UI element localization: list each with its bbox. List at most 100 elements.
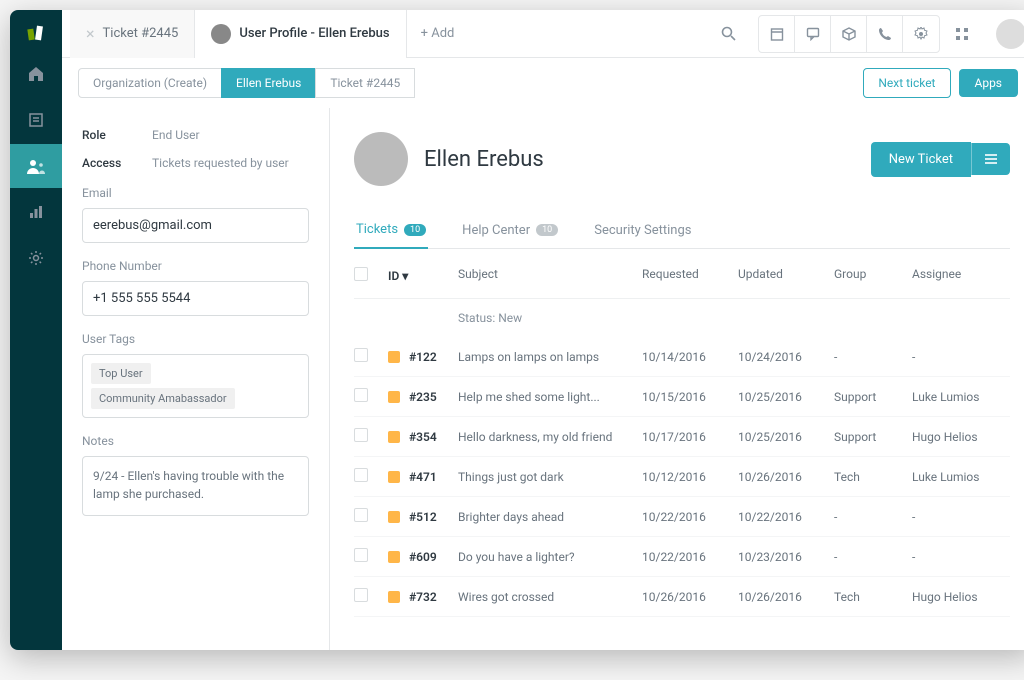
ticket-requested: 10/12/2016 [642,470,738,484]
ticket-updated: 10/25/2016 [738,430,834,444]
tab-ticket[interactable]: × Ticket #2445 [70,10,195,58]
ticket-assignee: Hugo Helios [912,590,1010,604]
ticket-id: #609 [409,550,437,564]
col-subject[interactable]: Subject [458,267,642,284]
next-ticket-button[interactable]: Next ticket [863,68,950,98]
apps-grid-icon[interactable] [944,16,980,52]
tickets-count-badge: 10 [404,224,426,236]
tab-security[interactable]: Security Settings [592,212,693,248]
avatar-icon [211,24,231,44]
ticket-id: #235 [409,390,437,404]
ticket-requested: 10/22/2016 [642,510,738,524]
ticket-subject: Wires got crossed [458,590,642,604]
box-icon[interactable] [831,16,867,52]
ticket-group: Support [834,430,912,444]
nav-views[interactable] [10,98,62,142]
calendar-icon[interactable] [759,16,795,52]
tab-tickets[interactable]: Tickets 10 [354,212,428,249]
row-checkbox[interactable] [354,508,368,522]
col-id[interactable]: ID ▾ [388,267,458,284]
ticket-row[interactable]: #122Lamps on lamps on lamps10/14/201610/… [354,337,1010,377]
ticket-subject: Help me shed some light... [458,390,642,404]
ticket-row[interactable]: #512Brighter days ahead10/22/201610/22/2… [354,497,1010,537]
tab-label: Ticket #2445 [103,26,179,41]
ticket-group: Tech [834,470,912,484]
apps-button[interactable]: Apps [959,69,1019,97]
access-value: Tickets requested by user [152,156,309,170]
ticket-status-icon [388,591,400,603]
user-tag[interactable]: Community Amabassador [91,388,235,409]
ticket-id: #354 [409,430,437,444]
new-ticket-menu-button[interactable] [971,143,1010,175]
sidebar [10,10,62,650]
close-icon[interactable]: × [86,26,95,42]
row-checkbox[interactable] [354,348,368,362]
user-details-panel: Role End User Access Tickets requested b… [62,108,330,650]
ticket-row[interactable]: #609Do you have a lighter?10/22/201610/2… [354,537,1010,577]
col-assignee[interactable]: Assignee [912,267,1010,284]
ticket-updated: 10/26/2016 [738,470,834,484]
select-all-checkbox[interactable] [354,267,368,281]
ticket-id: #732 [409,590,437,604]
ticket-status-icon [388,431,400,443]
role-label: Role [82,128,152,142]
breadcrumb-ticket[interactable]: Ticket #2445 [315,68,415,98]
ticket-requested: 10/15/2016 [642,390,738,404]
ticket-status-icon [388,391,400,403]
tags-input[interactable]: Top User Community Amabassador [82,354,309,418]
row-checkbox[interactable] [354,428,368,442]
ticket-group: - [834,350,912,364]
ticket-subject: Hello darkness, my old friend [458,430,642,444]
notes-field[interactable]: 9/24 - Ellen's having trouble with the l… [82,456,309,516]
row-checkbox[interactable] [354,468,368,482]
ticket-row[interactable]: #732Wires got crossed10/26/201610/26/201… [354,577,1010,617]
help-count-badge: 10 [536,224,558,236]
row-checkbox[interactable] [354,588,368,602]
phone-label: Phone Number [82,259,309,273]
current-user-avatar[interactable] [996,19,1024,49]
email-field[interactable] [82,208,309,243]
ticket-updated: 10/25/2016 [738,390,834,404]
ticket-updated: 10/26/2016 [738,590,834,604]
tab-user-profile[interactable]: User Profile - Ellen Erebus [195,10,406,58]
nav-admin[interactable] [10,236,62,280]
user-tag[interactable]: Top User [91,363,151,384]
col-updated[interactable]: Updated [738,267,834,284]
nav-reporting[interactable] [10,190,62,234]
breadcrumb-user[interactable]: Ellen Erebus [221,68,316,98]
ticket-row[interactable]: #235 Help me shed some light...10/15/2016… [354,377,1010,417]
ticket-assignee: - [912,550,1010,564]
profile-name: Ellen Erebus [424,147,544,172]
role-value: End User [152,128,309,142]
ticket-id: #512 [409,510,437,524]
phone-icon[interactable] [867,16,903,52]
ticket-status-icon [388,551,400,563]
ticket-group: - [834,550,912,564]
nav-home[interactable] [10,52,62,96]
ticket-assignee: Hugo Helios [912,430,1010,444]
ticket-id: #122 [409,350,437,364]
col-group[interactable]: Group [834,267,912,284]
row-checkbox[interactable] [354,548,368,562]
add-tab-button[interactable]: + Add [407,26,469,41]
profile-avatar [354,132,408,186]
search-icon[interactable] [710,16,746,52]
nav-customers[interactable] [10,144,62,188]
breadcrumb-bar: Organization (Create) Ellen Erebus Ticke… [62,58,1024,108]
breadcrumb-org[interactable]: Organization (Create) [78,68,222,98]
top-tabs-bar: × Ticket #2445 User Profile - Ellen Ereb… [62,10,1024,58]
phone-field[interactable] [82,281,309,316]
ticket-updated: 10/23/2016 [738,550,834,564]
ticket-status-icon [388,471,400,483]
gear-icon[interactable] [903,16,939,52]
ticket-requested: 10/22/2016 [642,550,738,564]
table-header: ID ▾ Subject Requested Updated Group Ass… [354,249,1010,299]
ticket-row[interactable]: #471Things just got dark10/12/201610/26/… [354,457,1010,497]
col-requested[interactable]: Requested [642,267,738,284]
row-checkbox[interactable] [354,388,368,402]
new-ticket-button[interactable]: New Ticket [871,142,971,177]
ticket-row[interactable]: #354Hello darkness, my old friend10/17/2… [354,417,1010,457]
chat-icon[interactable] [795,16,831,52]
tab-help-center[interactable]: Help Center 10 [460,212,560,248]
tab-label: User Profile - Ellen Erebus [239,26,389,41]
